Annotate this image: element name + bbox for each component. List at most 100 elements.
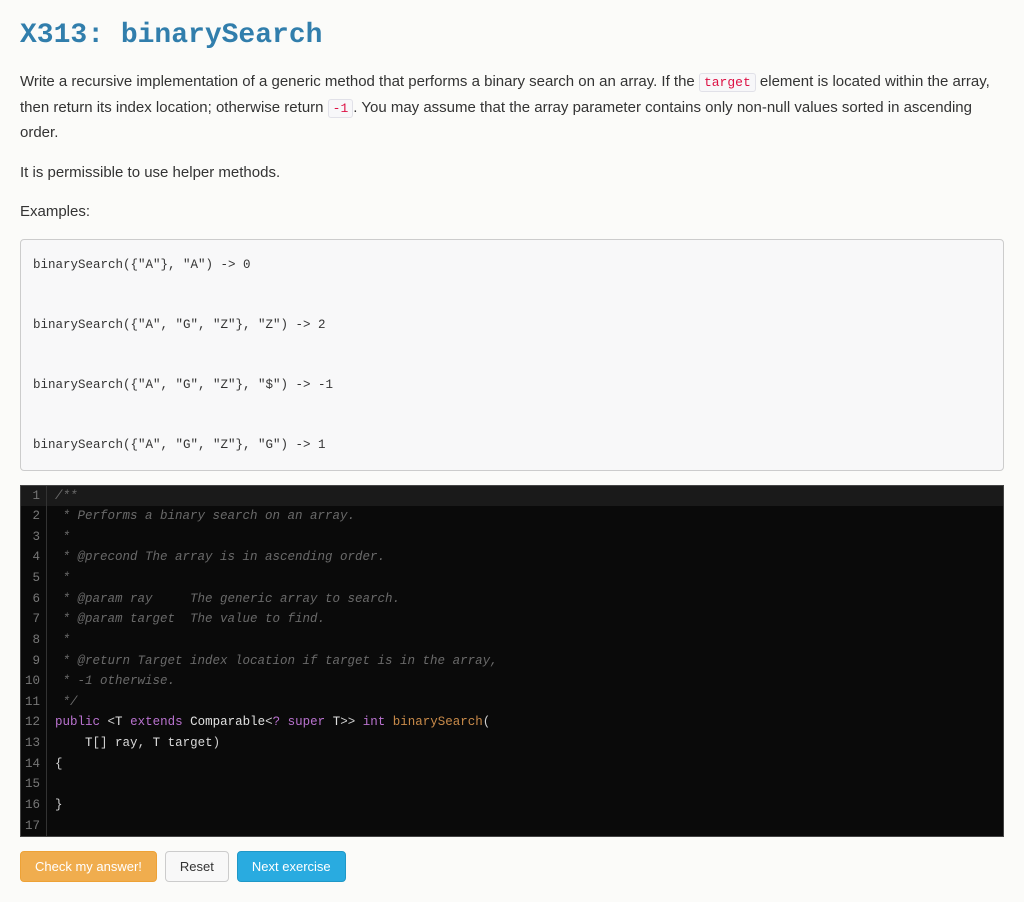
editor-line[interactable]: 4 * @precond The array is in ascending o… [21, 547, 1003, 568]
code-token: * @precond The array is in ascending ord… [55, 550, 385, 564]
code-token [325, 715, 333, 729]
code-token: * @param target The value to find. [55, 612, 325, 626]
desc-paragraph-2: It is permissible to use helper methods. [20, 160, 1004, 186]
code-token: * Performs a binary search on an array. [55, 509, 355, 523]
code-token: int [363, 715, 386, 729]
code-line-content[interactable]: public <T extends Comparable<? super T>>… [47, 712, 1003, 733]
code-line-content[interactable]: * Performs a binary search on an array. [47, 506, 1003, 527]
editor-line[interactable]: 13 T[] ray, T target) [21, 733, 1003, 754]
editor-line[interactable]: 2 * Performs a binary search on an array… [21, 506, 1003, 527]
code-line-content[interactable]: * -1 otherwise. [47, 671, 1003, 692]
code-token: T [85, 736, 93, 750]
code-line-content[interactable] [47, 774, 1003, 795]
line-number: 12 [21, 712, 47, 733]
line-number: 14 [21, 754, 47, 775]
line-number: 11 [21, 692, 47, 713]
line-number: 16 [21, 795, 47, 816]
examples-block: binarySearch({"A"}, "A") -> 0 binarySear… [20, 239, 1004, 471]
line-number: 2 [21, 506, 47, 527]
code-token: ray [115, 736, 138, 750]
reset-button[interactable]: Reset [165, 851, 229, 882]
code-token [280, 715, 288, 729]
code-token: * [55, 633, 70, 647]
editor-line[interactable]: 9 * @return Target index location if tar… [21, 651, 1003, 672]
desc-text: Write a recursive implementation of a ge… [20, 73, 699, 90]
code-line-content[interactable]: * [47, 527, 1003, 548]
line-number: 7 [21, 609, 47, 630]
line-number: 17 [21, 816, 47, 837]
code-token: ) [213, 736, 221, 750]
code-token: super [288, 715, 326, 729]
code-token [183, 715, 191, 729]
code-line-content[interactable]: } [47, 795, 1003, 816]
editor-line[interactable]: 5 * [21, 568, 1003, 589]
editor-line[interactable]: 12public <T extends Comparable<? super T… [21, 712, 1003, 733]
code-line-content[interactable]: * @precond The array is in ascending ord… [47, 547, 1003, 568]
code-token: { [55, 757, 63, 771]
code-token: * [55, 530, 70, 544]
code-token: T [153, 736, 161, 750]
editor-line[interactable]: 8 * [21, 630, 1003, 651]
code-token: < [100, 715, 115, 729]
editor-line[interactable]: 16} [21, 795, 1003, 816]
line-number: 1 [21, 486, 47, 507]
code-line-content[interactable]: * @param ray The generic array to search… [47, 589, 1003, 610]
code-line-content[interactable]: { [47, 754, 1003, 775]
editor-line[interactable]: 3 * [21, 527, 1003, 548]
inline-code-neg1: -1 [328, 99, 354, 118]
code-token [160, 736, 168, 750]
code-token: , [138, 736, 153, 750]
editor-line[interactable]: 11 */ [21, 692, 1003, 713]
code-editor[interactable]: 1 /** 2 * Performs a binary search on an a… [20, 485, 1004, 838]
line-number: 9 [21, 651, 47, 672]
code-token: T [115, 715, 123, 729]
editor-line[interactable]: 15 [21, 774, 1003, 795]
check-answer-button[interactable]: Check my answer! [20, 851, 157, 882]
desc-paragraph-3: Examples: [20, 199, 1004, 225]
line-number: 5 [21, 568, 47, 589]
line-number: 13 [21, 733, 47, 754]
line-number: 3 [21, 527, 47, 548]
code-token: ( [483, 715, 491, 729]
editor-line[interactable]: 7 * @param target The value to find. [21, 609, 1003, 630]
code-token: public [55, 715, 100, 729]
code-token: * @param ray The generic array to search… [55, 592, 400, 606]
problem-description: Write a recursive implementation of a ge… [20, 69, 1004, 225]
code-token [123, 715, 131, 729]
code-line-content[interactable]: /** [47, 486, 1003, 507]
inline-code-target: target [699, 73, 756, 92]
code-line-content[interactable]: T[] ray, T target) [47, 733, 1003, 754]
editor-line[interactable]: 17 [21, 816, 1003, 837]
code-token: */ [55, 695, 78, 709]
line-number: 8 [21, 630, 47, 651]
page-title: X313: binarySearch [20, 20, 1004, 51]
code-token: [] [93, 736, 116, 750]
editor-line[interactable]: 1 /** [21, 486, 1003, 507]
code-token: binarySearch [393, 715, 483, 729]
code-token: < [265, 715, 273, 729]
desc-paragraph-1: Write a recursive implementation of a ge… [20, 69, 1004, 146]
code-token: target [168, 736, 213, 750]
line-number: 4 [21, 547, 47, 568]
code-token: * @return Target index location if targe… [55, 654, 498, 668]
next-exercise-button[interactable]: Next exercise [237, 851, 346, 882]
editor-line[interactable]: 10 * -1 otherwise. [21, 671, 1003, 692]
editor-line[interactable]: 14 { [21, 754, 1003, 775]
line-number: 15 [21, 774, 47, 795]
code-token: ? [273, 715, 281, 729]
code-token [55, 736, 85, 750]
code-line-content[interactable]: * [47, 630, 1003, 651]
editor-line[interactable]: 6 * @param ray The generic array to sear… [21, 589, 1003, 610]
code-token: /** [55, 489, 78, 503]
line-number: 10 [21, 671, 47, 692]
code-token [385, 715, 393, 729]
code-token: } [55, 798, 63, 812]
button-row: Check my answer! Reset Next exercise [20, 851, 1004, 882]
code-token: Comparable [190, 715, 265, 729]
code-line-content[interactable] [47, 816, 1003, 837]
code-token: >> [340, 715, 363, 729]
code-line-content[interactable]: * @return Target index location if targe… [47, 651, 1003, 672]
code-line-content[interactable]: * [47, 568, 1003, 589]
code-line-content[interactable]: */ [47, 692, 1003, 713]
code-line-content[interactable]: * @param target The value to find. [47, 609, 1003, 630]
